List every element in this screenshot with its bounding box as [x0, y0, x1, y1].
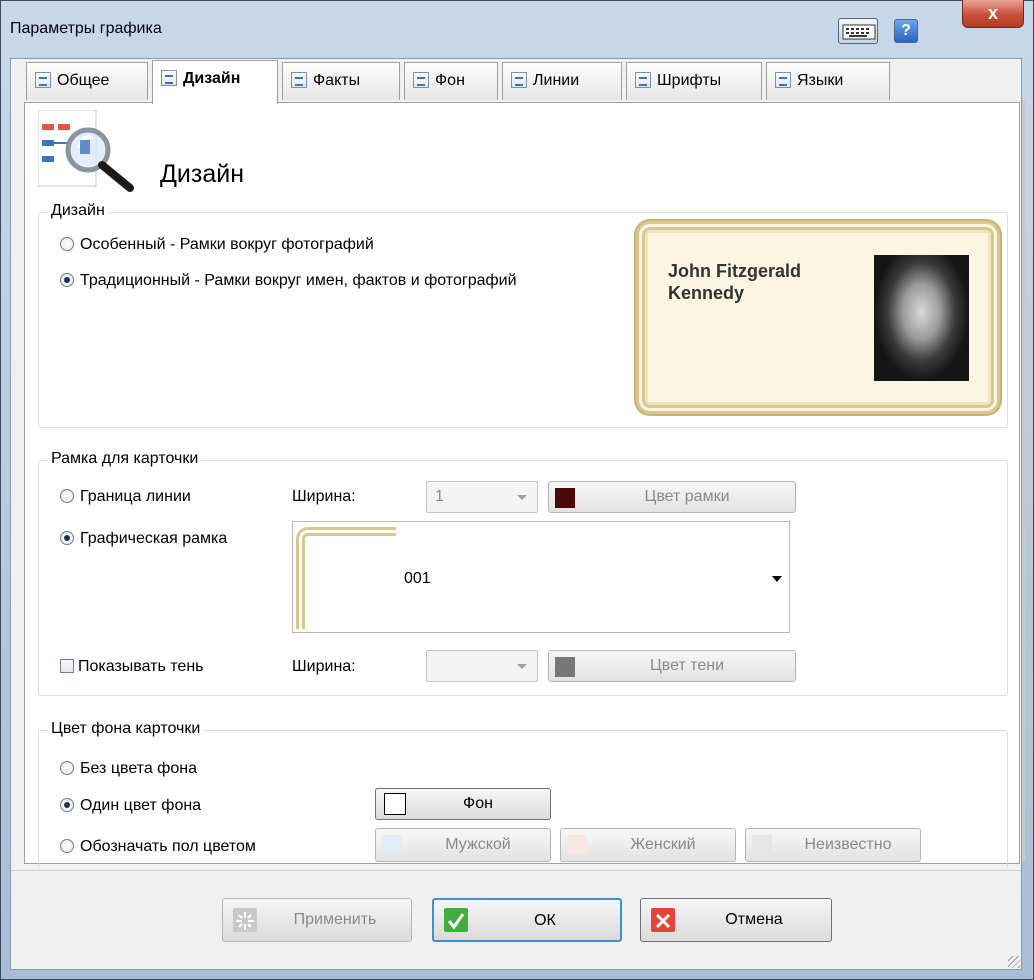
radio-line-border[interactable] — [60, 489, 74, 503]
option-label: Один цвет фона — [80, 797, 202, 814]
general-icon — [35, 72, 51, 88]
ok-button[interactable]: ОК — [432, 898, 622, 942]
languages-icon — [775, 72, 791, 88]
card-bg-group-label: Цвет фона карточки — [48, 720, 204, 738]
cancel-x-icon — [651, 908, 675, 932]
unknown-color-button[interactable]: Неизвестно — [745, 828, 921, 862]
preview-photo — [874, 255, 969, 381]
option-label: Граница линии — [80, 488, 191, 505]
preview-person-name: John Fitzgerald Kennedy — [668, 261, 802, 303]
gender-color-option[interactable]: Обозначать пол цветом — [60, 838, 256, 856]
tab-design[interactable]: Дизайн — [152, 60, 278, 104]
button-label: Применить — [293, 911, 377, 928]
combo-value: 1 — [435, 488, 444, 505]
show-shadow-option[interactable]: Показывать тень — [60, 658, 204, 676]
radio-gender-color[interactable] — [60, 839, 74, 853]
chevron-down-icon — [517, 664, 527, 669]
apply-button[interactable]: Применить — [222, 898, 412, 942]
shadow-width-label: Ширина: — [292, 658, 356, 675]
button-label: ОК — [534, 912, 556, 929]
tab-fonts[interactable]: Шрифты — [626, 62, 762, 100]
resize-grip[interactable] — [1008, 956, 1020, 968]
help-button[interactable]: ? — [894, 19, 918, 43]
design-group-label: Дизайн — [48, 202, 108, 220]
shadow-color-button[interactable]: Цвет тени — [548, 650, 796, 682]
male-color-button[interactable]: Мужской — [375, 828, 551, 862]
lines-icon — [511, 72, 527, 88]
tab-label: Шрифты — [657, 72, 722, 89]
scrollbar[interactable] — [1022, 100, 1025, 860]
male-color-swatch — [382, 835, 402, 855]
frame-select-value: 001 — [404, 570, 431, 587]
frame-color-swatch — [555, 488, 575, 508]
chevron-down-icon — [517, 495, 527, 500]
design-magnifier-icon — [37, 109, 138, 194]
no-bg-color-option[interactable]: Без цвета фона — [60, 760, 197, 778]
window-title: Параметры графика — [10, 20, 162, 37]
graphic-frame-option[interactable]: Графическая рамка — [60, 530, 227, 548]
tab-languages[interactable]: Языки — [766, 62, 890, 100]
option-label: Графическая рамка — [80, 530, 228, 547]
design-option-special[interactable]: Особенный - Рамки вокруг фотографий — [60, 236, 374, 254]
option-label: Традиционный - Рамки вокруг имен, фактов… — [80, 272, 517, 289]
card-frame-group-label: Рамка для карточки — [48, 450, 202, 468]
radio-special[interactable] — [60, 237, 74, 251]
tab-facts[interactable]: Факты — [282, 62, 400, 100]
tab-label: Фон — [435, 72, 465, 89]
button-label: Цвет тени — [649, 657, 725, 674]
page-title: Дизайн — [160, 160, 245, 188]
design-option-traditional[interactable]: Традиционный - Рамки вокруг имен, фактов… — [60, 272, 517, 290]
apply-icon — [233, 908, 257, 932]
checkmark-icon — [444, 908, 468, 932]
radio-no-bg[interactable] — [60, 761, 74, 775]
line-border-option[interactable]: Граница линии — [60, 488, 191, 506]
button-label: Женский — [630, 836, 696, 853]
option-label: Обозначать пол цветом — [80, 838, 256, 855]
frame-color-button[interactable]: Цвет рамки — [548, 481, 796, 513]
tab-label: Общее — [57, 72, 110, 89]
background-color-button[interactable]: Фон — [375, 788, 551, 820]
fonts-icon — [635, 72, 651, 88]
cancel-button[interactable]: Отмена — [640, 898, 832, 942]
radio-traditional[interactable] — [60, 273, 74, 287]
tab-label: Дизайн — [183, 70, 241, 87]
button-label: Цвет рамки — [644, 488, 730, 505]
tab-label: Языки — [797, 72, 844, 89]
shadow-color-swatch — [555, 657, 575, 677]
option-label: Без цвета фона — [80, 760, 197, 777]
facts-icon — [291, 72, 307, 88]
radio-single-bg[interactable] — [60, 798, 74, 812]
radio-graphic-frame[interactable] — [60, 531, 74, 545]
button-label: Отмена — [725, 911, 783, 928]
close-button[interactable]: x — [962, 0, 1024, 28]
background-icon — [413, 72, 429, 88]
tab-label: Линии — [533, 72, 580, 89]
design-icon — [161, 70, 177, 86]
tab-background[interactable]: Фон — [404, 62, 498, 100]
button-label: Фон — [463, 795, 493, 812]
show-shadow-checkbox[interactable] — [60, 659, 74, 673]
shadow-width-select[interactable] — [426, 650, 538, 682]
tab-label: Факты — [313, 72, 361, 89]
option-label: Показывать тень — [78, 658, 204, 675]
button-label: Мужской — [445, 836, 511, 853]
width-label: Ширина: — [292, 488, 356, 505]
female-color-swatch — [567, 835, 587, 855]
tab-lines[interactable]: Линии — [502, 62, 622, 100]
keyboard-icon[interactable] — [838, 18, 878, 44]
frame-thumbnail — [296, 527, 396, 629]
border-width-select[interactable]: 1 — [426, 481, 538, 513]
chevron-down-icon[interactable] — [772, 576, 782, 582]
bg-color-swatch — [384, 793, 406, 815]
single-bg-color-option[interactable]: Один цвет фона — [60, 797, 201, 815]
option-label: Особенный - Рамки вокруг фотографий — [80, 236, 374, 253]
female-color-button[interactable]: Женский — [560, 828, 736, 862]
unknown-color-swatch — [752, 835, 772, 855]
tab-general[interactable]: Общее — [26, 62, 148, 100]
button-label: Неизвестно — [804, 836, 892, 853]
